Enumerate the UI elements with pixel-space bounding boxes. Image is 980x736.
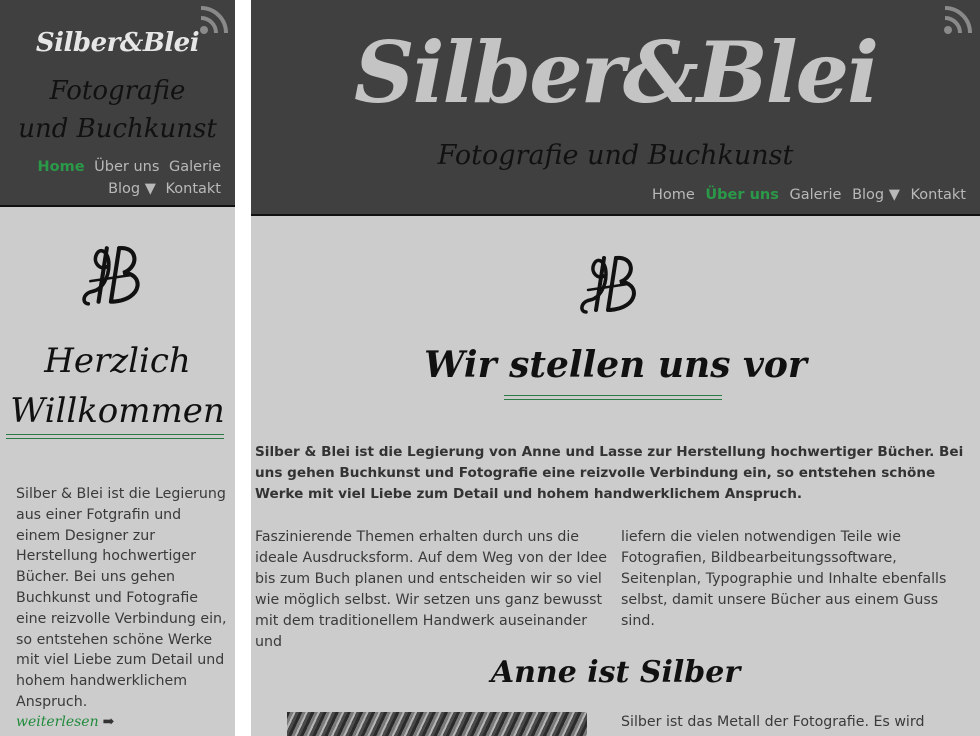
tagline-line-1: Fotografie xyxy=(49,76,186,106)
site-logo-wordmark[interactable]: Silber&Blei xyxy=(0,28,235,58)
heading-divider xyxy=(6,434,224,439)
nav-item-gallery[interactable]: Galerie xyxy=(169,159,221,175)
welcome-heading-line-2: Willkommen xyxy=(10,391,225,431)
ab-monogram-icon xyxy=(82,246,140,306)
nav-item-gallery[interactable]: Galerie xyxy=(789,187,841,203)
body-column-1: Faszinierende Themen erhalten durch uns … xyxy=(255,529,607,650)
read-more-link[interactable]: weiterlesen ➡ xyxy=(16,714,114,730)
welcome-heading: Herzlich Willkommen xyxy=(0,336,235,436)
nav-item-home[interactable]: Home xyxy=(38,159,85,175)
nav-item-home[interactable]: Home xyxy=(652,187,695,203)
lead-paragraph: Silber & Blei ist die Legierung von Anne… xyxy=(255,444,964,502)
mobile-view: Silber&Blei Fotografie und Buchkunst Hom… xyxy=(0,0,235,736)
view-separator xyxy=(235,0,251,736)
nav-item-contact[interactable]: Kontakt xyxy=(165,181,221,197)
desktop-nav: Home Über uns Galerie Blog ▼ Kontakt xyxy=(646,187,966,203)
page-title: Wir stellen uns vor xyxy=(424,344,807,386)
ab-monogram-icon xyxy=(580,255,636,314)
nav-item-blog[interactable]: Blog ▼ xyxy=(108,181,156,197)
body-column-2: liefern die vielen notwendigen Teile wie… xyxy=(621,529,947,629)
section-text: Silber ist das Metall der Fotografie. Es… xyxy=(621,714,925,730)
site-logo-wordmark[interactable]: Silber&Blei xyxy=(251,18,980,128)
intro-text: Silber & Blei ist die Legierung aus eine… xyxy=(16,486,227,710)
tagline-line-2: und Buchkunst xyxy=(18,114,217,144)
nav-item-about[interactable]: Über uns xyxy=(705,187,778,203)
right-arrow-icon: ➡ xyxy=(102,714,115,730)
welcome-heading-line-1: Herzlich xyxy=(44,341,191,381)
heading-divider xyxy=(504,395,722,400)
nav-item-blog[interactable]: Blog ▼ xyxy=(852,187,900,203)
nav-item-contact[interactable]: Kontakt xyxy=(910,187,966,203)
section-heading: Anne ist Silber xyxy=(490,655,741,690)
site-tagline: Fotografie und Buchkunst xyxy=(0,72,235,148)
desktop-view: Silber&Blei Fotografie und Buchkunst Hom… xyxy=(251,0,980,736)
portrait-photo xyxy=(287,712,587,736)
mobile-nav: Home Über uns Galerie Blog ▼ Kontakt xyxy=(21,156,222,200)
desktop-header: Silber&Blei Fotografie und Buchkunst Hom… xyxy=(251,0,980,216)
read-more-label[interactable]: weiterlesen xyxy=(16,714,99,730)
site-tagline: Fotografie und Buchkunst xyxy=(437,140,794,171)
mobile-header: Silber&Blei Fotografie und Buchkunst Hom… xyxy=(0,0,235,207)
nav-item-about[interactable]: Über uns xyxy=(94,159,159,175)
